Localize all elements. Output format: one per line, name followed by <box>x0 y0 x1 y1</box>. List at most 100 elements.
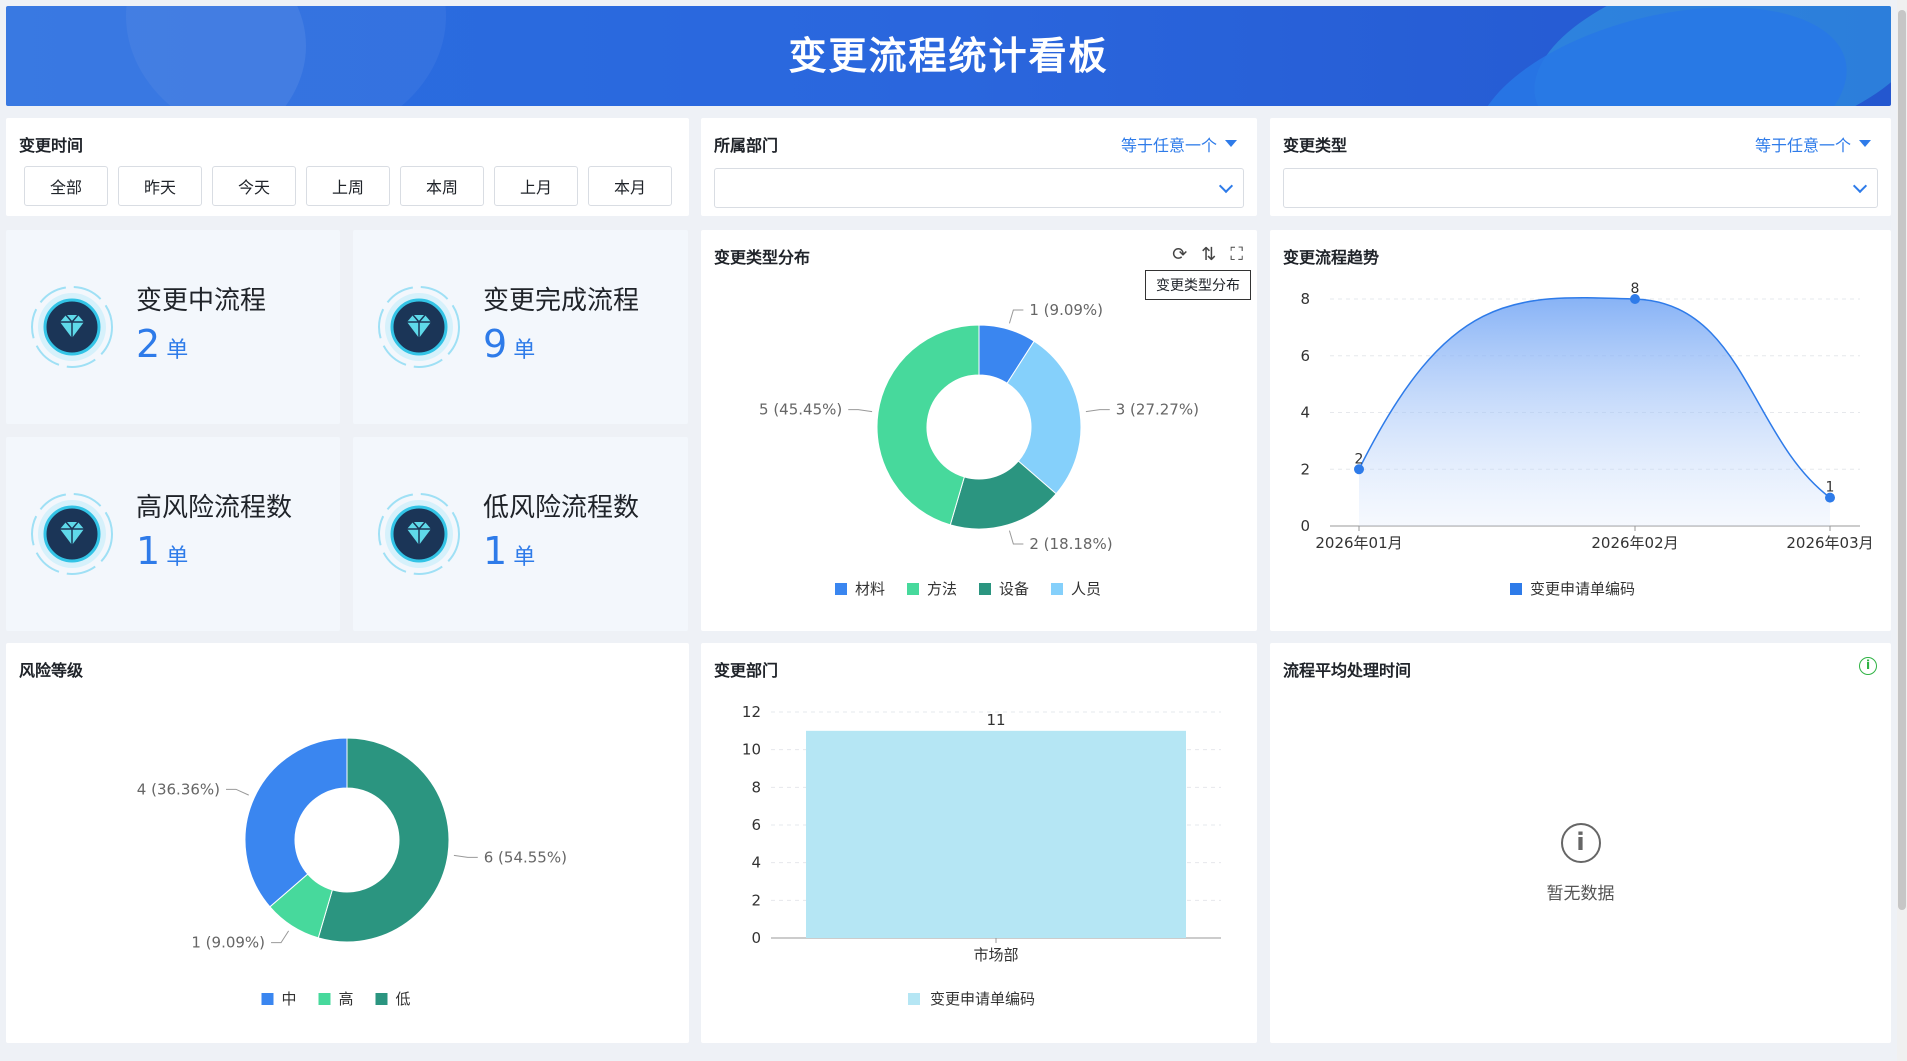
legend-label: 材料 <box>855 580 885 598</box>
legend-swatch <box>835 583 847 595</box>
legend-swatch <box>907 583 919 595</box>
type-dist-panel: 变更类型分布 ⟳ ⇅ ⛶ 变更类型分布 1 (9.09%) 3 (27.27%) 2… <box>701 230 1257 631</box>
data-label: 1 <box>1826 480 1835 496</box>
legend-swatch <box>908 993 920 1005</box>
legend-label: 人员 <box>1071 580 1101 598</box>
dept-panel: 变更部门 0 2 4 6 8 10 12 11 市场部 变更申请单编码 <box>701 643 1257 1043</box>
data-label: 4 (36.36%) <box>137 780 220 798</box>
chevron-down-icon <box>1218 178 1234 194</box>
empty-text: 暂无数据 <box>1546 884 1615 904</box>
type-select[interactable] <box>1283 168 1878 208</box>
diamond-icon <box>31 493 113 575</box>
label-line <box>848 409 873 413</box>
panel-title: 流程平均处理时间 <box>1283 661 1412 680</box>
pie-slice <box>244 737 348 908</box>
x-tick-label: 2026年02月 <box>1591 534 1678 552</box>
info-circle-icon: i <box>1560 823 1601 863</box>
info-icon[interactable]: i <box>1859 657 1877 675</box>
legend-label: 方法 <box>927 580 957 598</box>
diamond-icon <box>31 286 113 368</box>
legend-swatch <box>261 993 274 1005</box>
legend-swatch <box>375 993 388 1005</box>
y-tick-label: 8 <box>751 778 761 796</box>
y-tick-label: 8 <box>1300 290 1310 308</box>
legend-label: 变更申请单编码 <box>1530 580 1635 598</box>
legend-swatch <box>979 583 991 595</box>
type-filter-panel: 变更类型 等于任意一个 <box>1270 118 1891 216</box>
kpi-card-in-progress: 变更中流程 2单 <box>6 230 340 424</box>
label-line <box>1008 309 1024 324</box>
kpi-value: 1单 <box>483 529 536 573</box>
time-btn-today[interactable]: 今天 <box>212 166 296 206</box>
chevron-down-icon <box>1852 178 1868 194</box>
kpi-card-low-risk: 低风险流程数 1单 <box>353 437 688 631</box>
caret-down-icon[interactable] <box>1859 140 1871 147</box>
y-tick-label: 6 <box>1300 347 1310 365</box>
kpi-label: 变更完成流程 <box>483 286 640 316</box>
time-btn-all[interactable]: 全部 <box>24 166 108 206</box>
data-label: 1 (9.09%) <box>1029 301 1103 319</box>
kpi-value: 2单 <box>136 322 189 366</box>
kpi-card-completed: 变更完成流程 9单 <box>353 230 688 424</box>
data-label: 1 (9.09%) <box>191 934 265 952</box>
y-tick-label: 2 <box>1300 460 1310 478</box>
kpi-value: 9单 <box>483 322 536 366</box>
y-tick-label: 0 <box>1300 517 1310 535</box>
scrollbar-thumb[interactable] <box>1898 10 1906 910</box>
x-tick-label: 2026年01月 <box>1315 534 1402 552</box>
kpi-label: 高风险流程数 <box>136 493 293 523</box>
label-line <box>271 930 290 944</box>
legend-label: 低 <box>396 990 411 1008</box>
dept-condition-dropdown[interactable]: 等于任意一个 <box>1121 132 1217 156</box>
kpi-card-high-risk: 高风险流程数 1单 <box>6 437 340 631</box>
x-tick-label: 市场部 <box>973 946 1018 964</box>
avg-time-panel: 流程平均处理时间 i i 暂无数据 <box>1270 643 1891 1043</box>
data-label: 3 (27.27%) <box>1116 401 1199 419</box>
trend-panel: 变更流程趋势 0 2 4 6 8 2 2026年01月 8 2026年02月 1 2026年03月变… <box>1270 230 1891 631</box>
y-tick-label: 0 <box>751 929 761 947</box>
legend-label: 设备 <box>999 580 1029 598</box>
kpi-value: 1单 <box>136 529 189 573</box>
type-condition-dropdown[interactable]: 等于任意一个 <box>1755 132 1851 156</box>
y-tick-label: 6 <box>751 816 761 834</box>
legend-swatch <box>318 993 331 1005</box>
label-line <box>226 788 249 796</box>
legend-swatch <box>1510 583 1522 595</box>
dept-select[interactable] <box>714 168 1244 208</box>
time-btn-this-week[interactable]: 本周 <box>400 166 484 206</box>
data-label: 5 (45.45%) <box>759 401 842 419</box>
data-label: 2 <box>1355 451 1364 467</box>
x-tick-label: 2026年03月 <box>1786 534 1873 552</box>
legend-label: 高 <box>339 990 354 1008</box>
page-title: 变更流程统计看板 <box>788 34 1109 78</box>
dept-filter-panel: 所属部门 等于任意一个 <box>701 118 1257 216</box>
dept-chart: 0 2 4 6 8 10 12 11 市场部变更申请单编码 <box>742 703 1221 1008</box>
page-scrollbar[interactable] <box>1897 0 1907 1061</box>
legend-label: 变更申请单编码 <box>930 990 1035 1008</box>
risk-chart: 6 (54.55%) 1 (9.09%) 4 (36.36%) 中 高 低 <box>137 737 567 1008</box>
time-filter-label: 变更时间 <box>19 136 84 155</box>
kpi-label: 变更中流程 <box>136 286 267 316</box>
y-tick-label: 4 <box>1300 404 1310 422</box>
time-btn-last-month[interactable]: 上月 <box>494 166 578 206</box>
empty-state: i 暂无数据 <box>1270 823 1891 904</box>
type-dist-chart: 1 (9.09%) 3 (27.27%) 2 (18.18%) 5 (45.45%) 材… <box>759 301 1199 598</box>
caret-down-icon[interactable] <box>1225 140 1237 147</box>
risk-panel: 风险等级 6 (54.55%) 1 (9.09%) 4 (36.36%) 中高低 <box>6 643 689 1043</box>
label-line <box>453 854 478 858</box>
data-label: 8 <box>1631 281 1640 297</box>
time-filter-panel: 变更时间 全部 昨天 今天 上周 本周 上月 本月 <box>6 118 689 216</box>
diamond-icon <box>378 493 460 575</box>
label-line <box>1008 530 1024 545</box>
label-line <box>1085 409 1110 413</box>
time-filter-buttons: 全部 昨天 今天 上周 本周 上月 本月 <box>24 166 672 206</box>
time-btn-last-week[interactable]: 上周 <box>306 166 390 206</box>
y-tick-label: 4 <box>751 854 761 872</box>
legend-label: 中 <box>282 990 297 1008</box>
time-btn-this-month[interactable]: 本月 <box>588 166 672 206</box>
y-tick-label: 2 <box>751 891 761 909</box>
time-btn-yesterday[interactable]: 昨天 <box>118 166 202 206</box>
data-label: 6 (54.55%) <box>484 848 567 866</box>
dept-filter-label: 所属部门 <box>714 136 779 155</box>
kpi-label: 低风险流程数 <box>483 493 640 523</box>
